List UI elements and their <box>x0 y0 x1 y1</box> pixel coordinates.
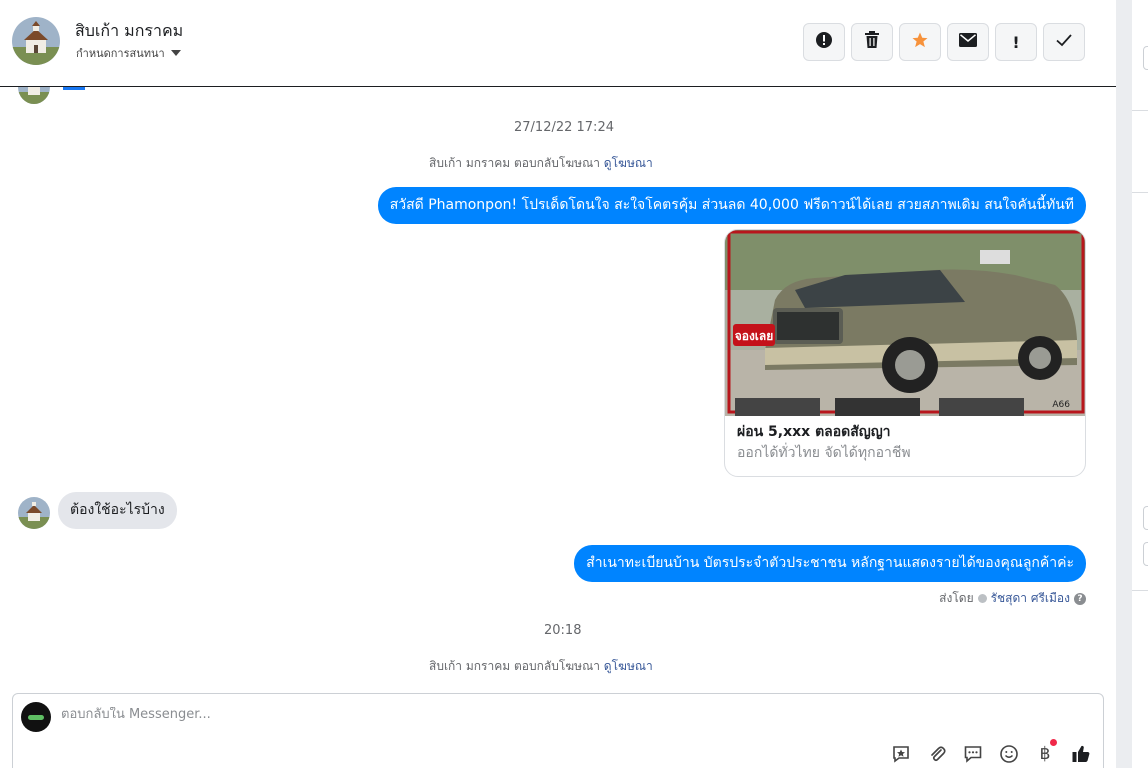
ad-image-code: A66 <box>1052 400 1070 410</box>
incoming-message: ต้องใช้อะไรบ้าง <box>58 492 177 529</box>
mark-done-button[interactable] <box>1043 23 1085 61</box>
details-sidebar <box>1132 0 1148 768</box>
assign-conversation-label: กำหนดการสนทนา <box>76 47 165 60</box>
exclamation-icon: ! <box>1012 32 1020 52</box>
sidebar-field[interactable] <box>1143 46 1148 70</box>
mark-spam-button[interactable] <box>803 23 845 61</box>
message-composer: ฿ <box>12 693 1104 768</box>
contact-avatar[interactable] <box>12 17 60 65</box>
like-icon[interactable] <box>1069 742 1093 766</box>
ad-card-subtitle: ออกได้ทั่วไทย จัดได้ทุกอาชีพ <box>737 445 911 461</box>
conversation-header: สิบเก้า มกราคม กำหนดการสนทนา ! <box>0 0 1116 87</box>
chat-bubble-icon[interactable] <box>961 742 985 766</box>
contact-avatar-small <box>18 497 50 529</box>
ad-reply-note: สิบเก้า มกราคม ตอบกลับโฆษณา ดูโฆษณา <box>429 154 653 173</box>
assign-conversation-dropdown[interactable]: กำหนดการสนทนา <box>76 44 181 62</box>
message-timestamp: 27/12/22 17:24 <box>514 120 614 135</box>
ad-reply-note: สิบเก้า มกราคม ตอบกลับโฆษณา ดูโฆษณา <box>429 657 653 676</box>
message-timestamp: 20:18 <box>544 623 582 638</box>
notification-dot <box>1050 739 1057 746</box>
sidebar-field[interactable] <box>1143 506 1148 530</box>
outgoing-message: สวัสดี Phamonpon! โปรเด็ดโดนใจ สะใจโคตรค… <box>377 187 1086 224</box>
panel-divider <box>1116 0 1132 768</box>
verified-icon <box>977 594 987 603</box>
mark-unread-button[interactable] <box>947 23 989 61</box>
sidebar-field[interactable] <box>1143 542 1148 566</box>
ad-image-badge: จองเลย <box>735 329 774 343</box>
attachment-icon[interactable] <box>925 742 949 766</box>
saved-reply-icon[interactable] <box>889 742 913 766</box>
alert-icon <box>815 31 833 54</box>
reply-input[interactable] <box>61 707 661 722</box>
star-icon <box>911 31 929 54</box>
sender-name-link[interactable]: รัชสุดา ศรีเมือง <box>991 589 1070 608</box>
sidebar-separator <box>1132 192 1148 193</box>
ad-reply-text: สิบเก้า มกราคม ตอบกลับโฆษณา <box>429 659 600 673</box>
page-avatar <box>21 702 51 732</box>
caret-down-icon <box>170 50 181 56</box>
sidebar-separator <box>1132 110 1148 111</box>
payment-icon[interactable]: ฿ <box>1033 739 1057 766</box>
ad-card[interactable]: จองเลย A66 ผ่อน 5,xxx ตลอดสัญญา ออกได้ทั… <box>724 229 1086 477</box>
header-actions: ! <box>803 23 1085 61</box>
view-ad-link[interactable]: ดูโฆษณา <box>604 659 653 673</box>
emoji-icon[interactable] <box>997 742 1021 766</box>
contact-name: สิบเก้า มกราคม <box>75 21 184 40</box>
view-ad-link[interactable]: ดูโฆษณา <box>604 156 653 170</box>
sidebar-separator <box>1132 590 1148 591</box>
sent-by-prefix: ส่งโดย <box>939 591 974 605</box>
app-root: สิบเก้า มกราคม กำหนดการสนทนา ! 27/12/22 … <box>0 0 1148 768</box>
outgoing-message: สำเนาทะเบียนบ้าน บัตรประจำตัวประชาชน หลั… <box>574 545 1086 582</box>
follow-up-button[interactable]: ! <box>995 23 1037 61</box>
delete-button[interactable] <box>851 23 893 61</box>
composer-tools: ฿ <box>889 739 1093 766</box>
star-button[interactable] <box>899 23 941 61</box>
help-icon[interactable]: ? <box>1074 592 1086 605</box>
check-icon <box>1056 32 1072 52</box>
ad-image: จองเลย A66 <box>725 230 1085 416</box>
ad-card-title: ผ่อน 5,xxx ตลอดสัญญา <box>737 424 891 440</box>
sent-by-note: ส่งโดย รัชสุดา ศรีเมือง ? <box>939 589 1086 608</box>
chat-panel: สิบเก้า มกราคม กำหนดการสนทนา ! 27/12/22 … <box>0 0 1116 768</box>
trash-icon <box>864 30 880 54</box>
ad-reply-text: สิบเก้า มกราคม ตอบกลับโฆษณา <box>429 156 600 170</box>
mail-icon <box>959 32 977 52</box>
